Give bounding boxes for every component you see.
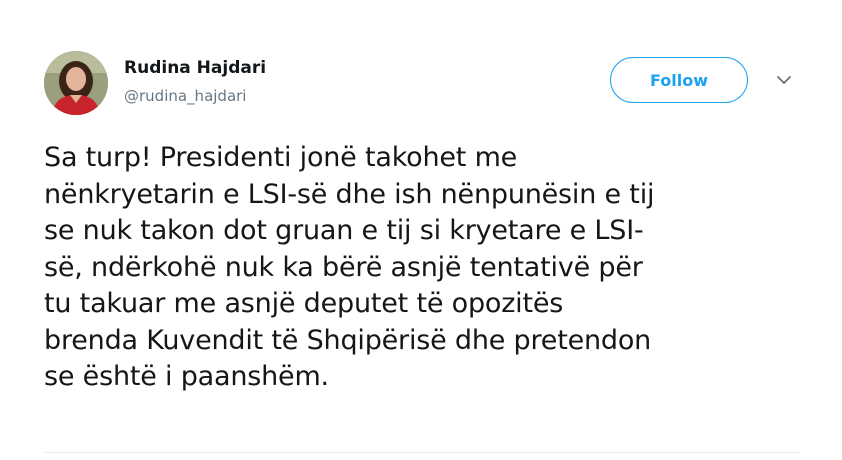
tweet-text-line: se është i paanshëm.	[44, 361, 329, 392]
follow-button[interactable]: Follow	[610, 57, 748, 103]
divider	[44, 452, 800, 453]
tweet-text-line: se nuk takon dot gruan e tij si kryetare…	[44, 215, 644, 246]
tweet-text-line: së, ndërkohë nuk ka bërë asnjë tentativë…	[44, 251, 643, 283]
user-display-name[interactable]: Rudina Hajdari	[124, 58, 266, 78]
chevron-down-icon[interactable]	[774, 72, 794, 88]
tweet-text: Sa turp! Presidenti jonë takohet me nënk…	[44, 140, 804, 396]
tweet-text-line: brenda Kuvendit të Shqipërisë dhe preten…	[44, 324, 652, 356]
tweet-card: Rudina Hajdari @rudina_hajdari Follow Sa…	[0, 0, 842, 460]
avatar-image	[44, 51, 108, 115]
tweet-text-line: tu takuar me asnjë deputet të opozitës	[44, 288, 564, 319]
user-handle[interactable]: @rudina_hajdari	[124, 87, 246, 105]
tweet-text-line: nënkryetarin e LSI-së dhe ish nënpunësin…	[44, 178, 655, 210]
avatar[interactable]	[44, 51, 108, 115]
tweet-text-line: Sa turp! Presidenti jonë takohet me	[44, 142, 518, 173]
